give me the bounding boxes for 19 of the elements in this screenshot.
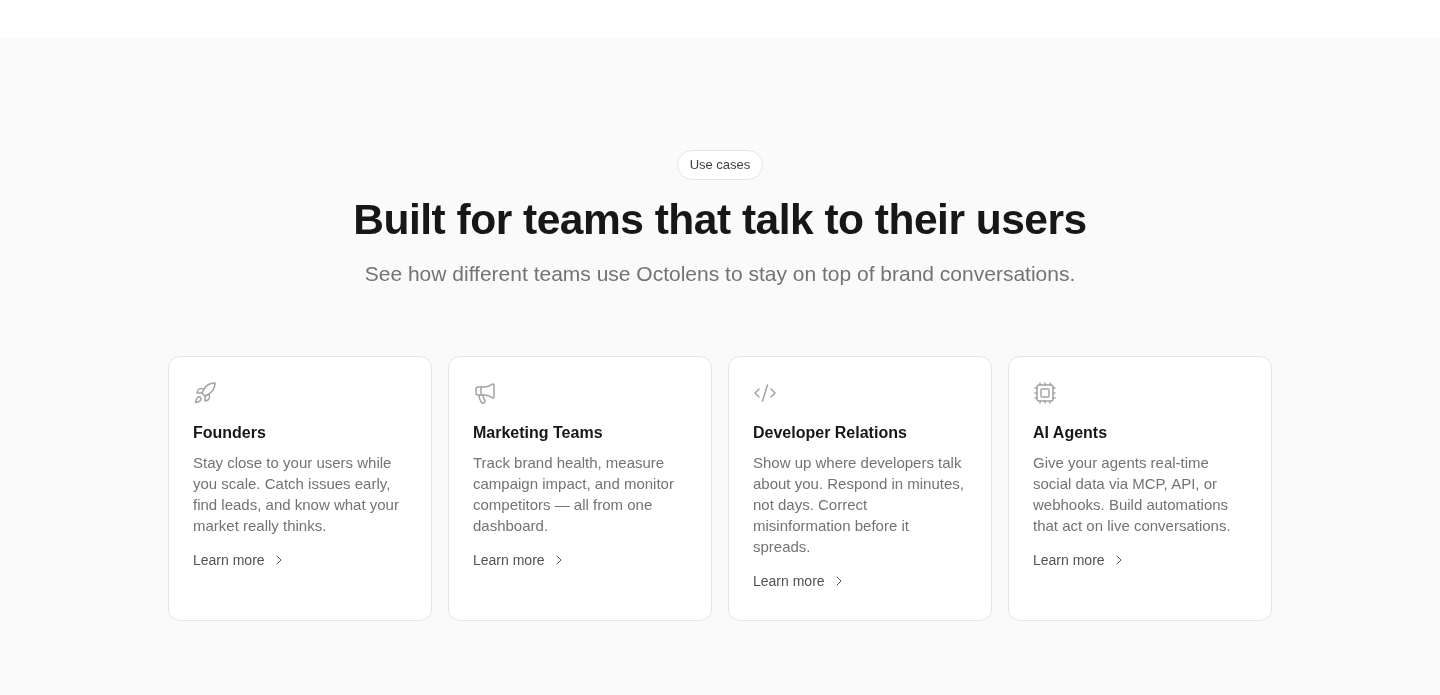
card-description: Stay close to your users while you scale. Catch issues early, find leads, and know what your market really thinks. [193, 453, 400, 536]
section-subheading: See how different teams use Octolens to stay on top of brand conversations. [364, 261, 1076, 287]
card-title: AI Agents [1033, 423, 1109, 443]
code-icon [753, 381, 777, 405]
rocket-icon [193, 381, 217, 405]
section-badge: Use cases [676, 150, 764, 180]
card-description: Track brand health, measure campaign impact, and monitor competitors — all from one dashboard. [473, 453, 675, 536]
section-heading: Built for teams that talk to their users [353, 195, 1087, 245]
learn-more-link[interactable]: Learn more [753, 571, 847, 591]
card-title: Marketing Teams [473, 423, 604, 443]
card-title: Developer Relations [753, 423, 908, 443]
card-description: Give your agents real-time social data via MCP, API, or webhooks. Build automations that act on live conversations. [1033, 453, 1232, 536]
megaphone-icon [473, 381, 497, 405]
chip-icon [1033, 381, 1057, 405]
learn-more-link[interactable]: Learn more [1033, 550, 1127, 570]
learn-more-link[interactable]: Learn more [473, 550, 567, 570]
card-description: Show up where developers talk about you. Respond in minutes, not days. Correct misinformation before it spreads. [753, 453, 965, 557]
learn-more-link[interactable]: Learn more [193, 550, 287, 570]
card-title: Founders [193, 423, 267, 443]
